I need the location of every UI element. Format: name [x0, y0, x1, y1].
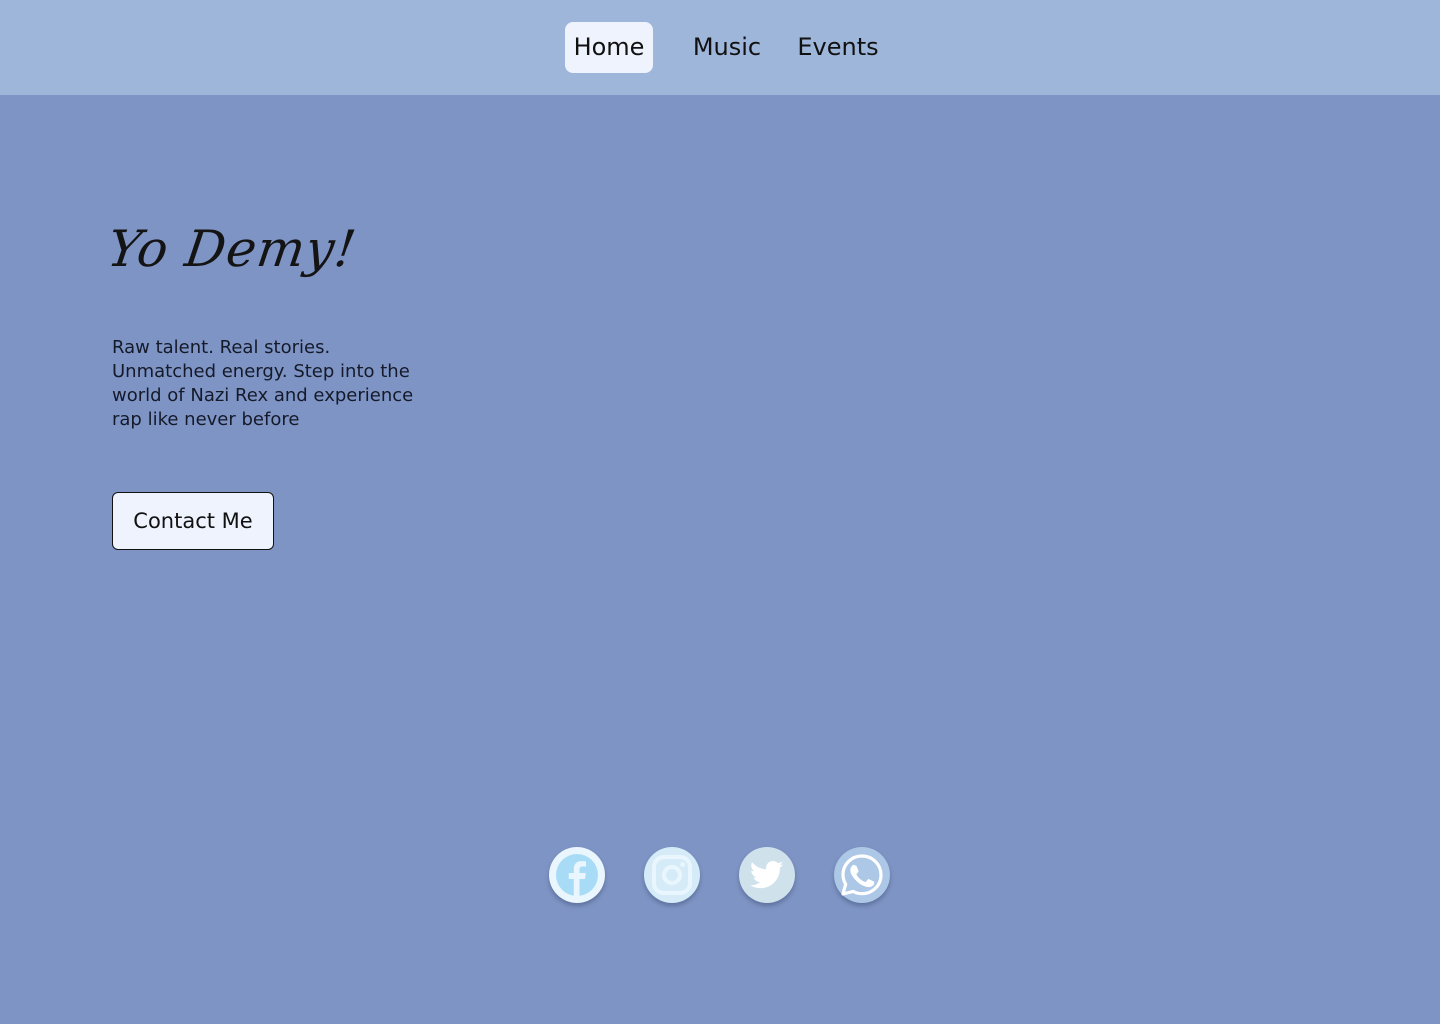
- hero-description: Raw talent. Real stories. Unmatched ener…: [112, 337, 414, 430]
- nav-tab-events[interactable]: Events: [795, 22, 881, 73]
- nav-tab-music[interactable]: Music: [688, 22, 766, 73]
- nav-tab-home[interactable]: Home: [565, 22, 653, 73]
- twitter-icon: [750, 860, 784, 890]
- hero-title: Yo Demy!: [103, 220, 361, 278]
- instagram-icon: [651, 854, 693, 896]
- whatsapp-link[interactable]: [834, 847, 890, 903]
- facebook-icon: [554, 852, 600, 898]
- top-nav: Home Music Events: [0, 0, 1440, 95]
- whatsapp-icon: [839, 852, 885, 898]
- instagram-link[interactable]: [644, 847, 700, 903]
- contact-me-button[interactable]: Contact Me: [112, 492, 274, 550]
- facebook-link[interactable]: [549, 847, 605, 903]
- twitter-link[interactable]: [739, 847, 795, 903]
